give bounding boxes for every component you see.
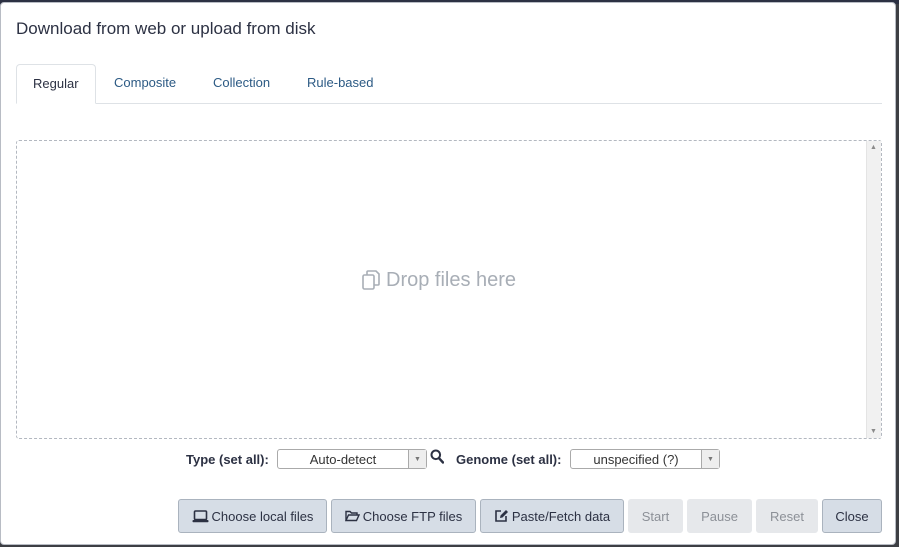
edit-icon [495,510,508,522]
chevron-down-icon: ▼ [408,450,426,468]
start-button[interactable]: Start [628,499,683,533]
pause-button[interactable]: Pause [687,499,752,533]
genome-select[interactable]: unspecified (?) ▼ [570,449,720,469]
type-label: Type (set all): [186,451,269,467]
drop-zone[interactable]: Drop files here ▲ ▼ [16,140,882,439]
genome-select-value: unspecified (?) [593,452,679,467]
upload-modal: Download from web or upload from disk Re… [0,2,896,545]
dropzone-scrollbar[interactable]: ▲ ▼ [866,141,881,438]
tab-regular[interactable]: Regular [16,64,96,104]
choose-ftp-files-button[interactable]: Choose FTP files [331,499,476,533]
laptop-icon [192,509,209,522]
drop-message: Drop files here [362,269,516,292]
reset-button[interactable]: Reset [756,499,818,533]
choose-local-files-button[interactable]: Choose local files [178,499,327,533]
copy-files-icon [362,270,380,290]
scroll-up-icon[interactable]: ▲ [870,144,877,151]
tab-composite[interactable]: Composite [98,64,192,103]
type-select-value: Auto-detect [309,452,377,467]
paste-fetch-data-button[interactable]: Paste/Fetch data [480,499,624,533]
folder-open-icon [344,510,360,522]
chevron-down-icon: ▼ [701,450,719,468]
close-button[interactable]: Close [822,499,882,533]
scroll-down-icon[interactable]: ▼ [870,428,877,435]
tab-collection[interactable]: Collection [197,64,286,103]
modal-title: Download from web or upload from disk [16,19,316,38]
type-select[interactable]: Auto-detect ▼ [277,449,427,469]
upload-tabs: Regular Composite Collection Rule-based [16,64,882,104]
drop-message-text: Drop files here [386,269,517,291]
search-icon[interactable] [430,449,444,465]
genome-label: Genome (set all): [456,451,562,467]
tab-rule-based[interactable]: Rule-based [291,64,390,103]
